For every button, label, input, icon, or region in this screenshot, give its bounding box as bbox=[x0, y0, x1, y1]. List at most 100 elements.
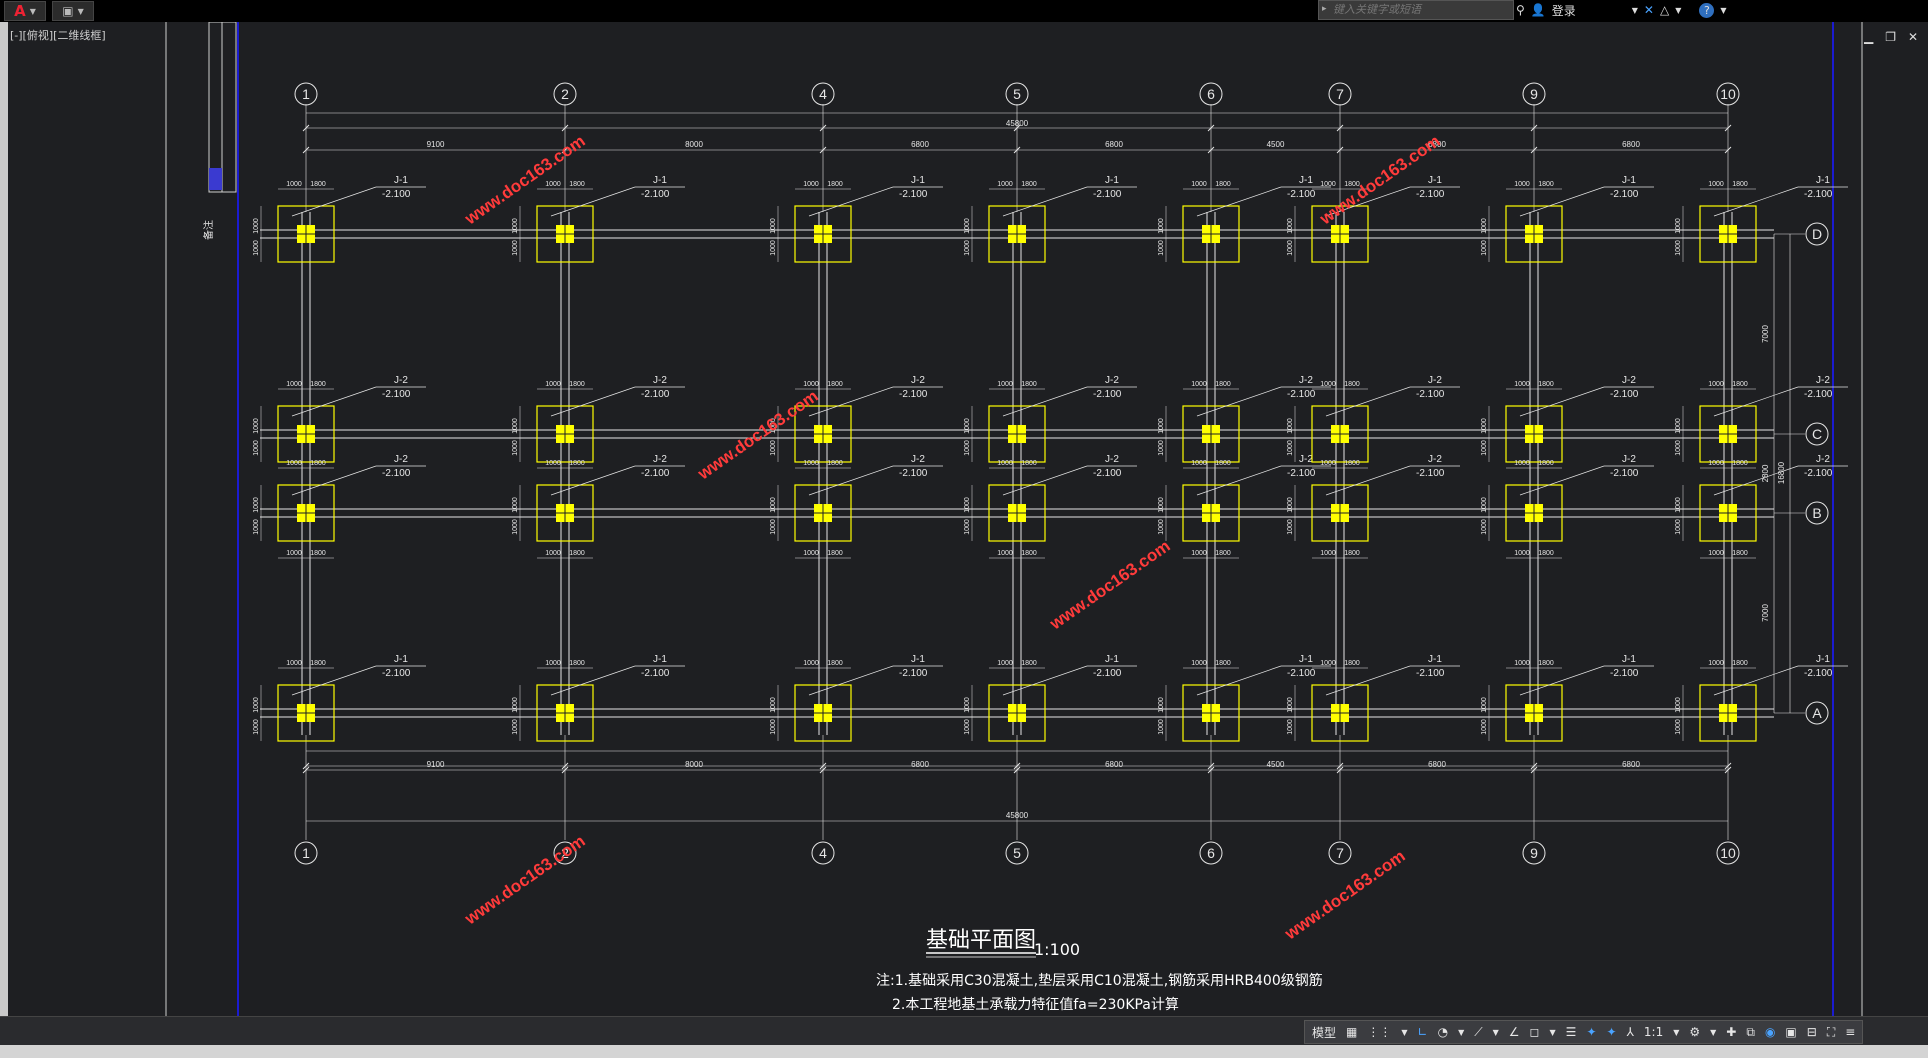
chevron-down-icon[interactable]: ▼ bbox=[1490, 1028, 1502, 1037]
auto-scale-icon[interactable]: ✦ bbox=[1604, 1025, 1620, 1039]
span-dimension: 4500 bbox=[1267, 760, 1285, 769]
footing-tag: J-2 bbox=[1816, 375, 1830, 386]
drawing-canvas[interactable]: 备注 112244556677991010DCBA910091008000800… bbox=[8, 22, 1928, 1016]
footing-tag: J-1 bbox=[1105, 175, 1119, 186]
object-snap-icon[interactable]: ◻ bbox=[1527, 1025, 1543, 1039]
annotation-scale-value[interactable]: 1:1 bbox=[1641, 1025, 1666, 1039]
lineweight-icon[interactable]: ☰ bbox=[1563, 1025, 1580, 1039]
pad-dimension: 1000 bbox=[770, 519, 777, 535]
total-dimension: 45800 bbox=[1006, 119, 1029, 128]
snap-icon[interactable]: ⋮⋮ bbox=[1364, 1025, 1394, 1039]
help-button[interactable]: ? bbox=[1699, 2, 1715, 18]
pad-dimension: 1800 bbox=[1732, 181, 1748, 188]
exchange-icon[interactable]: ✕ bbox=[1644, 3, 1654, 17]
chevron-down-icon[interactable]: ▼ bbox=[1670, 1028, 1682, 1037]
properties-icon[interactable]: ⊟ bbox=[1804, 1025, 1820, 1039]
search-box[interactable]: ▸ bbox=[1318, 0, 1514, 20]
watermark-text: www.doc163.com bbox=[461, 831, 589, 929]
search-expand-icon[interactable]: ▸ bbox=[1322, 4, 1327, 14]
pad-dimension: 1000 bbox=[1481, 240, 1488, 256]
pad-dimension: 1000 bbox=[1708, 660, 1724, 667]
footing-tag: J-2 bbox=[394, 454, 408, 465]
grid-icon[interactable]: ▦ bbox=[1343, 1025, 1360, 1039]
annotation-scale-icon[interactable]: ⅄ bbox=[1624, 1025, 1637, 1039]
hardware-acceleration-icon[interactable]: ◉ bbox=[1762, 1025, 1778, 1039]
pad-dimension: 1000 bbox=[1287, 218, 1294, 234]
footing-tag: J-2 bbox=[911, 454, 925, 465]
pad-dimension: 1000 bbox=[253, 218, 260, 234]
customize-menu-icon[interactable]: ≡ bbox=[1842, 1025, 1858, 1039]
isolate-objects-icon[interactable]: ⧉ bbox=[1743, 1025, 1758, 1040]
pad-dimension: 1000 bbox=[803, 550, 819, 557]
right-toolbar: ⚲ 👤 登录 ▼ ✕ △ ▼ ? ▼ bbox=[1516, 0, 1727, 20]
plus-icon[interactable]: ✚ bbox=[1723, 1025, 1739, 1039]
pad-dimension: 1000 bbox=[1481, 418, 1488, 434]
search-input[interactable] bbox=[1333, 2, 1508, 18]
pad-dimension: 1000 bbox=[1514, 460, 1530, 467]
pad-dimension: 1000 bbox=[1514, 660, 1530, 667]
drawing-scale: 1:100 bbox=[1034, 940, 1080, 959]
pad-dimension: 1800 bbox=[310, 181, 326, 188]
axis-label: 5 bbox=[1013, 86, 1021, 102]
autodesk-360-icon[interactable]: △ bbox=[1660, 3, 1669, 17]
pad-dimension: 1000 bbox=[1158, 697, 1165, 713]
pad-dimension: 1000 bbox=[253, 697, 260, 713]
pad-dimension: 1800 bbox=[1215, 460, 1231, 467]
pad-dimension: 1000 bbox=[1481, 519, 1488, 535]
workspace-gear-icon[interactable]: ⚙ bbox=[1686, 1025, 1703, 1039]
pad-dimension: 1000 bbox=[1320, 550, 1336, 557]
pad-dimension: 1000 bbox=[253, 240, 260, 256]
osnap-tracking-icon[interactable]: ⟋ bbox=[1471, 1025, 1485, 1040]
axis-label: C bbox=[1812, 426, 1822, 442]
clean-screen-icon[interactable]: ▣ bbox=[1782, 1025, 1799, 1039]
fullscreen-icon[interactable]: ⛶ bbox=[1824, 1025, 1838, 1040]
pad-dimension: 1000 bbox=[1481, 497, 1488, 513]
pad-dimension: 1000 bbox=[1287, 418, 1294, 434]
chevron-down-icon[interactable]: ▼ bbox=[1398, 1028, 1410, 1037]
footing-elevation: -2.100 bbox=[382, 189, 411, 200]
chevron-down-icon[interactable]: ▼ bbox=[1547, 1028, 1559, 1037]
span-dimension: 6800 bbox=[1105, 140, 1123, 149]
chevron-down-icon[interactable]: ▼ bbox=[1632, 6, 1638, 15]
footing-tag: J-1 bbox=[911, 175, 925, 186]
pad-dimension: 1800 bbox=[1732, 660, 1748, 667]
chevron-down-icon[interactable]: ▼ bbox=[1455, 1028, 1467, 1037]
footing-tag: J-2 bbox=[911, 375, 925, 386]
pad-dimension: 1800 bbox=[1538, 550, 1554, 557]
pad-dimension: 1000 bbox=[964, 497, 971, 513]
binoculars-icon[interactable]: ⚲ bbox=[1516, 3, 1525, 17]
footing-elevation: -2.100 bbox=[899, 389, 928, 400]
footing-elevation: -2.100 bbox=[382, 668, 411, 679]
footing-tag: J-2 bbox=[1428, 454, 1442, 465]
pad-dimension: 1000 bbox=[803, 181, 819, 188]
chevron-down-icon[interactable]: ▼ bbox=[1720, 6, 1726, 15]
left-edge-panel bbox=[0, 22, 8, 1022]
footing-tag: J-1 bbox=[1299, 175, 1313, 186]
model-space-button[interactable]: 模型 bbox=[1309, 1024, 1339, 1041]
pad-dimension: 1800 bbox=[310, 460, 326, 467]
footing-elevation: -2.100 bbox=[1610, 389, 1639, 400]
axis-label: 9 bbox=[1530, 86, 1538, 102]
quick-access-toolbar[interactable]: ▣ ▼ bbox=[52, 1, 94, 21]
pad-dimension: 1800 bbox=[827, 660, 843, 667]
pad-dimension: 1000 bbox=[545, 381, 561, 388]
pad-dimension: 1000 bbox=[1158, 497, 1165, 513]
span-dimension: 6800 bbox=[1428, 760, 1446, 769]
pad-dimension: 1000 bbox=[964, 240, 971, 256]
application-menu-button[interactable]: A ▼ bbox=[4, 1, 46, 21]
pad-dimension: 1000 bbox=[1481, 719, 1488, 735]
total-dimension: 45800 bbox=[1006, 811, 1029, 820]
footing-tag: J-2 bbox=[1622, 375, 1636, 386]
angle-icon[interactable]: ∠ bbox=[1506, 1025, 1523, 1039]
pad-dimension: 1000 bbox=[253, 497, 260, 513]
chevron-down-icon[interactable]: ▼ bbox=[1707, 1028, 1719, 1037]
footing-tag: J-1 bbox=[394, 175, 408, 186]
footing-tag: J-2 bbox=[653, 454, 667, 465]
chevron-down-icon[interactable]: ▼ bbox=[1675, 6, 1681, 15]
pad-dimension: 1800 bbox=[1344, 381, 1360, 388]
polar-icon[interactable]: ◔ bbox=[1435, 1025, 1451, 1039]
ortho-icon[interactable]: ∟ bbox=[1415, 1025, 1431, 1039]
chevron-down-icon: ▼ bbox=[77, 6, 84, 16]
login-button[interactable]: 登录 bbox=[1552, 2, 1576, 19]
annotation-visibility-icon[interactable]: ✦ bbox=[1583, 1025, 1599, 1039]
